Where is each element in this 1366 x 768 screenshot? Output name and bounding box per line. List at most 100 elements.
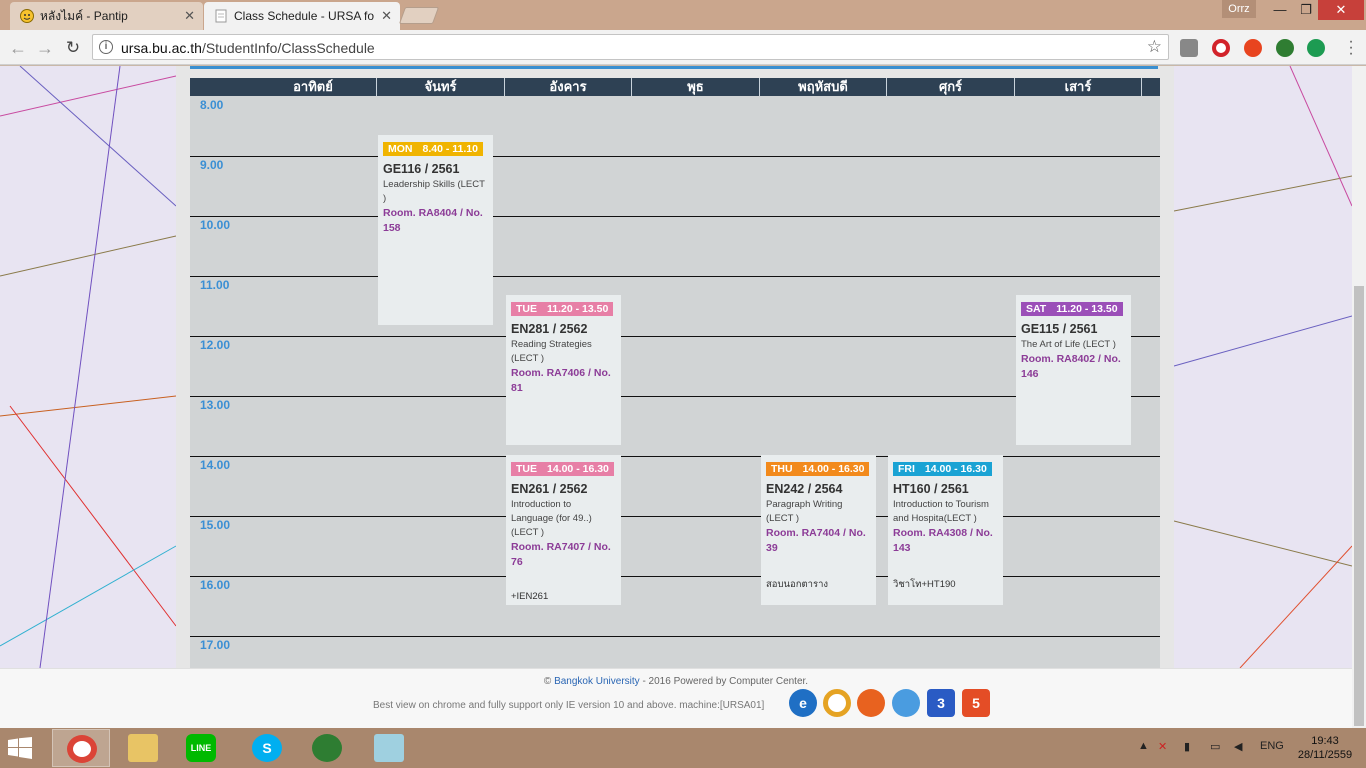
taskbar-notepad[interactable] [360, 729, 418, 767]
day-header-friday: ศุกร์ [887, 78, 1015, 96]
taskbar-download-manager[interactable] [298, 729, 356, 767]
class-time-badge: TUE 11.20 - 13.50 [511, 302, 614, 316]
room-info: Room. RA8402 / No. 146 [1021, 353, 1121, 380]
clock-time: 19:43 [1311, 735, 1339, 747]
room-info: Room. RA7407 / No. 76 [511, 541, 611, 568]
time-label: 9.00 [200, 158, 224, 172]
course-code: EN261 / 2562 [511, 482, 588, 496]
day-header-saturday: เสาร์ [1015, 78, 1142, 96]
room-info: Room. RA7404 / No. 39 [766, 527, 866, 554]
extension-cube-icon[interactable] [1180, 39, 1198, 57]
class-note: วิชาโท+HT190 [893, 579, 956, 590]
time-label: 14.00 [200, 458, 231, 472]
class-card[interactable]: THU 14.00 - 16.30 EN242 / 2564 Paragraph … [761, 455, 876, 605]
taskbar-chrome[interactable] [52, 729, 110, 767]
language-indicator[interactable]: ENG [1260, 740, 1284, 752]
hour-divider [190, 516, 1160, 517]
class-note: สอบนอกตาราง [766, 579, 829, 590]
course-title: Introduction to Language (for 49..) (LEC… [511, 499, 592, 538]
course-title: Leadership Skills (LECT ) [383, 179, 485, 204]
safari-icon [892, 689, 920, 717]
close-window-icon[interactable]: ✕ [1318, 0, 1364, 20]
taskbar-file-explorer[interactable] [114, 729, 172, 767]
class-card[interactable]: SAT 11.20 - 13.50 GE115 / 2561 The Art of… [1016, 295, 1131, 445]
download-manager-icon [312, 734, 342, 762]
hour-divider [190, 336, 1160, 337]
course-code: GE116 / 2561 [383, 162, 460, 176]
close-tab-icon[interactable]: ✕ [184, 8, 195, 24]
html5-icon: 5 [962, 689, 990, 717]
class-card[interactable]: TUE 14.00 - 16.30 EN261 / 2562 Introducti… [506, 455, 621, 605]
pantip-favicon-icon [20, 9, 34, 23]
taskbar-clock[interactable]: 19:43 28/11/2559 [1292, 734, 1358, 762]
page-scrollbar[interactable] [1352, 66, 1366, 728]
class-card[interactable]: TUE 11.20 - 13.50 EN281 / 2562 Reading St… [506, 295, 621, 445]
room-info: Room. RA8404 / No. 158 [383, 207, 483, 234]
ie-icon: e [789, 689, 817, 717]
time-label: 8.00 [200, 98, 224, 112]
new-extension-icon[interactable] [1307, 39, 1325, 57]
browser-titlebar: หลังไมค์ - Pantip ✕ Class Schedule - URS… [0, 0, 1366, 30]
forward-arrow-icon[interactable]: → [34, 37, 56, 59]
opera-icon[interactable] [1212, 39, 1230, 57]
course-code: GE115 / 2561 [1021, 322, 1098, 336]
class-schedule-table: อาทิตย์ จันทร์ อังคาร พุธ พฤหัสบดี ศุกร์… [190, 78, 1160, 668]
taskbar-line[interactable]: LINE [172, 729, 230, 767]
hour-divider [190, 576, 1160, 577]
time-label: 17.00 [200, 638, 231, 652]
class-time-badge: SAT 11.20 - 13.50 [1021, 302, 1123, 316]
address-bar[interactable]: i ursa.bu.ac.th/StudentInfo/ClassSchedul… [92, 34, 1169, 60]
tray-expand-icon[interactable]: ▲ [1138, 740, 1149, 752]
menu-dots-icon[interactable]: · · · [1342, 34, 1360, 62]
network-icon[interactable]: ▭ [1210, 740, 1220, 753]
close-tab-icon[interactable]: ✕ [381, 8, 392, 24]
copyright-text: © Bangkok University - 2016 Powered by C… [543, 676, 809, 687]
tab-title: หลังไมค์ - Pantip [40, 8, 128, 23]
time-label: 12.00 [200, 338, 231, 352]
windows-start-icon[interactable] [8, 737, 32, 759]
course-title: Paragraph Writing (LECT ) [766, 499, 843, 524]
page-favicon-icon [214, 9, 228, 23]
course-code: EN242 / 2564 [766, 482, 843, 496]
browser-support-text: Best view on chrome and fully support on… [373, 700, 765, 711]
day-header-monday: จันทร์ [377, 78, 505, 96]
tab-class-schedule[interactable]: Class Schedule - URSA fo ✕ [204, 2, 400, 30]
globe-extension-icon[interactable] [1276, 39, 1294, 57]
class-time-badge: TUE 14.00 - 16.30 [511, 462, 614, 476]
volume-icon[interactable]: ◀ [1234, 740, 1242, 753]
new-tab-button[interactable] [398, 7, 440, 24]
day-header-tuesday: อังคาร [505, 78, 632, 96]
schedule-header-row: อาทิตย์ จันทร์ อังคาร พุธ พฤหัสบดี ศุกร์… [190, 78, 1160, 96]
reload-icon[interactable]: ↻ [62, 37, 84, 59]
windows-taskbar: LINE S ▲ ✕ ▮ ▭ ◀ ENG 19:43 28/11/2559 [0, 728, 1366, 768]
hour-divider [190, 216, 1160, 217]
folder-icon [128, 734, 158, 762]
class-card[interactable]: FRI 14.00 - 16.30 HT160 / 2561 Introducti… [888, 455, 1003, 605]
course-title: Reading Strategies (LECT ) [511, 339, 592, 364]
info-icon[interactable]: i [99, 40, 113, 54]
class-time-badge: MON 8.40 - 11.10 [383, 142, 483, 156]
notepad-icon [374, 734, 404, 762]
fire-extension-icon[interactable] [1244, 39, 1262, 57]
day-header-wednesday: พุธ [632, 78, 760, 96]
taskbar-skype[interactable]: S [238, 729, 296, 767]
class-time-badge: THU 14.00 - 16.30 [766, 462, 870, 476]
browser-toolbar: ← → ↻ i ursa.bu.ac.th/StudentInfo/ClassS… [0, 30, 1366, 65]
time-label: 11.00 [200, 278, 230, 292]
profile-button[interactable]: Orrz [1222, 0, 1256, 18]
time-column-header [190, 78, 250, 96]
scrollbar-thumb[interactable] [1354, 286, 1364, 726]
bookmark-star-icon[interactable]: ☆ [1147, 37, 1162, 57]
course-title: The Art of Life (LECT ) [1021, 339, 1116, 350]
skype-icon: S [252, 734, 282, 762]
class-card[interactable]: MON 8.40 - 11.10 GE116 / 2561 Leadership … [378, 135, 493, 325]
time-label: 15.00 [200, 518, 231, 532]
day-header-thursday: พฤหัสบดี [760, 78, 887, 96]
power-icon[interactable]: ▮ [1184, 740, 1190, 753]
university-link[interactable]: Bangkok University [554, 676, 640, 687]
back-arrow-icon[interactable]: ← [7, 37, 29, 59]
network-warning-icon[interactable]: ✕ [1158, 740, 1167, 753]
tab-pantip[interactable]: หลังไมค์ - Pantip ✕ [10, 2, 203, 30]
time-label: 13.00 [200, 398, 231, 412]
chrome-icon [67, 735, 97, 763]
